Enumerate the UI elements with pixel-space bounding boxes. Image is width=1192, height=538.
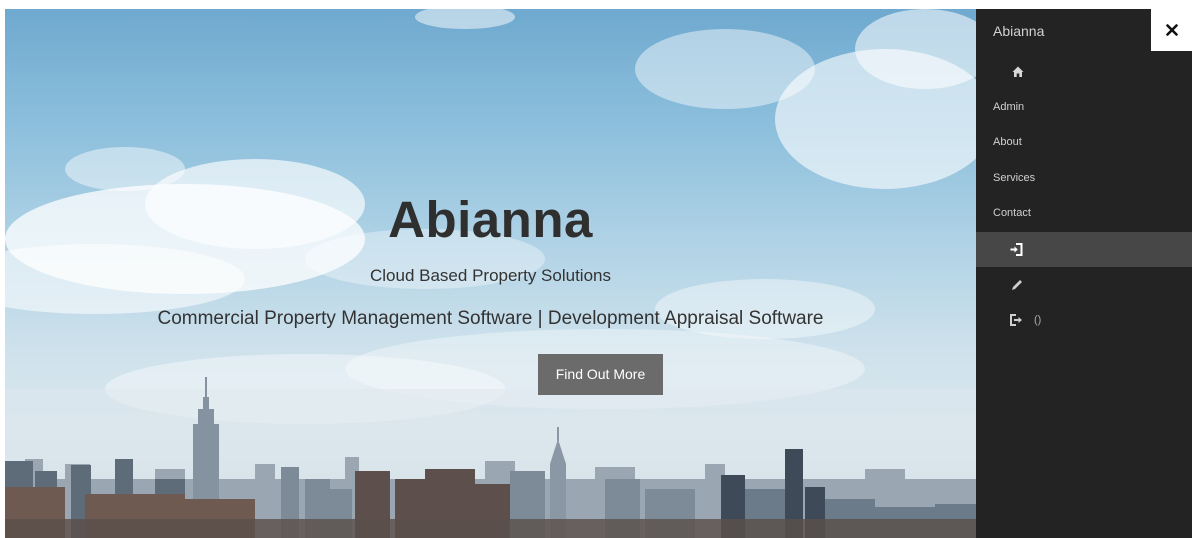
sidebar-item-admin[interactable]: Admin bbox=[976, 90, 1192, 125]
close-menu-button[interactable] bbox=[1151, 9, 1192, 51]
sidebar-item-sign-in[interactable] bbox=[976, 232, 1192, 267]
pencil-icon bbox=[1012, 280, 1022, 290]
hero-subtitle: Cloud Based Property Solutions bbox=[370, 266, 611, 285]
sidebar-item-label: Admin bbox=[993, 101, 1025, 113]
sidebar-item-home[interactable] bbox=[976, 55, 1192, 90]
sidebar-item-services[interactable]: Services bbox=[976, 161, 1192, 196]
sidebar-item-register[interactable] bbox=[976, 267, 1192, 302]
hero-tagline: Commercial Property Management Software … bbox=[157, 308, 824, 329]
sign-out-icon bbox=[1010, 314, 1022, 326]
close-icon bbox=[1165, 24, 1178, 36]
sidebar-brand[interactable]: Abianna bbox=[993, 22, 1044, 40]
hero-title: Abianna bbox=[388, 191, 593, 248]
sidebar-menu: Abianna Admin About Services Contact () bbox=[976, 9, 1192, 538]
hero-content: Abianna Cloud Based Property Solutions C… bbox=[5, 9, 976, 538]
hero-section: Abianna Cloud Based Property Solutions C… bbox=[5, 9, 976, 538]
sidebar-item-label: About bbox=[993, 136, 1022, 148]
home-icon bbox=[1012, 66, 1024, 77]
sidebar-item-label: Contact bbox=[993, 207, 1031, 219]
page: Abianna Cloud Based Property Solutions C… bbox=[0, 0, 1192, 538]
sidebar-item-label: Services bbox=[993, 172, 1036, 184]
sidebar-item-contact[interactable]: Contact bbox=[976, 196, 1192, 231]
sign-in-icon bbox=[1010, 243, 1023, 256]
sign-out-label: () bbox=[1034, 314, 1042, 326]
sidebar-item-about[interactable]: About bbox=[976, 125, 1192, 160]
find-out-more-button[interactable]: Find Out More bbox=[538, 354, 663, 395]
sidebar-item-sign-out[interactable]: () bbox=[976, 303, 1192, 338]
